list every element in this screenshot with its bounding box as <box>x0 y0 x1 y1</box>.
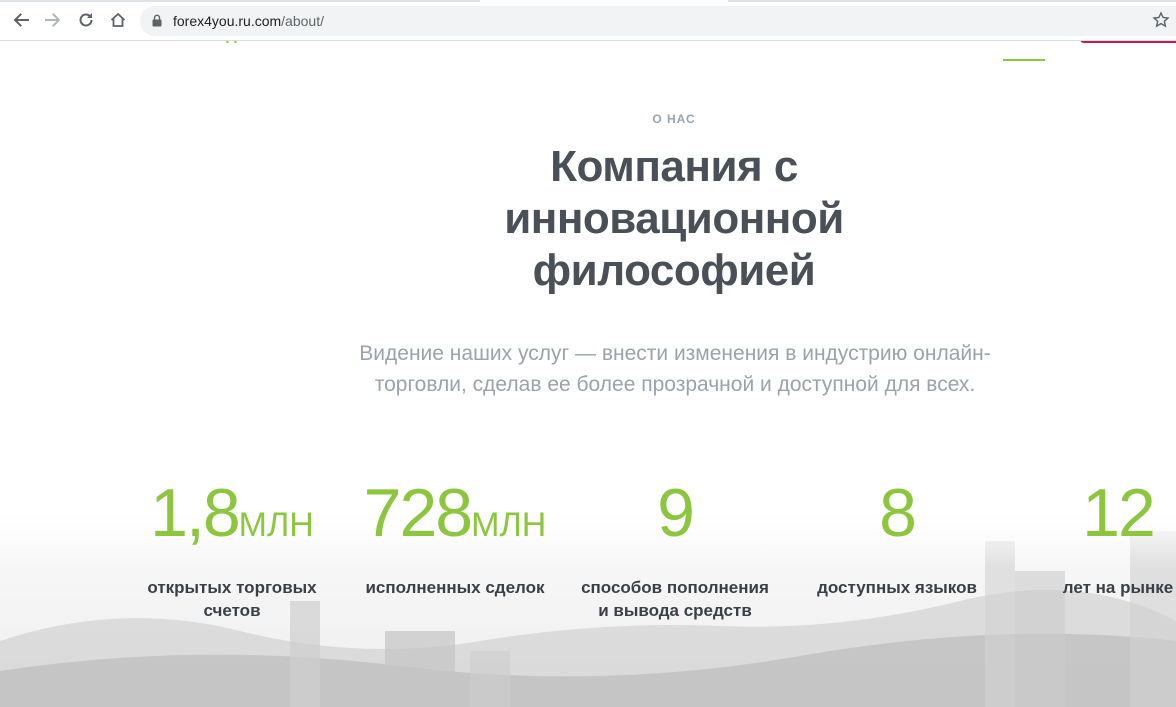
stat-deals: 728МЛН исполненных сделок <box>350 475 560 599</box>
forward-button[interactable] <box>42 9 64 31</box>
mission-statement: Видение наших услуг — внести изменения в… <box>359 342 991 396</box>
back-button[interactable] <box>10 9 32 31</box>
stat-number: 728 <box>363 475 473 551</box>
stat-unit: МЛН <box>238 506 314 544</box>
bookmark-star-icon[interactable] <box>1152 11 1170 29</box>
stat-number: 12 <box>1082 475 1156 551</box>
site-logo-fragment[interactable] <box>222 41 242 43</box>
stat-payment-methods: 9 способов пополнения и вывода средств <box>575 475 775 622</box>
back-arrow-icon <box>13 13 29 27</box>
stat-label: способов пополнения и вывода средств <box>581 578 769 620</box>
page-title: Компания с инновационной философией <box>504 142 844 295</box>
stat-value: 12 <box>1060 475 1176 563</box>
tab-strip-edge <box>0 0 480 2</box>
reload-icon <box>79 13 93 27</box>
section-eyebrow: О НАС <box>652 112 696 126</box>
stat-accounts: 1,8МЛН открытых торговых счетов <box>132 475 332 622</box>
url-path: /about/ <box>281 13 324 29</box>
reload-button[interactable] <box>75 9 97 31</box>
stat-value: 9 <box>575 475 775 563</box>
stat-languages: 8 доступных языков <box>797 475 997 599</box>
stat-value: 8 <box>797 475 997 563</box>
stat-number: 8 <box>879 475 917 551</box>
tab-strip-edge <box>728 0 1176 2</box>
home-button[interactable] <box>107 9 129 31</box>
lock-icon <box>152 14 162 27</box>
forward-arrow-icon <box>45 13 61 27</box>
stat-value: 1,8МЛН <box>132 475 332 563</box>
stat-label: исполненных сделок <box>365 578 545 597</box>
stat-years: 12 лет на рынке <box>1060 475 1176 599</box>
address-bar[interactable]: forex4you.ru.com/about/ <box>140 6 1176 36</box>
browser-toolbar: forex4you.ru.com/about/ <box>0 0 1176 41</box>
stat-label: доступных языков <box>817 578 977 597</box>
stat-number: 1,8 <box>150 475 241 551</box>
home-icon <box>110 12 126 27</box>
stat-number: 9 <box>657 475 695 551</box>
url-domain: forex4you.ru.com <box>173 13 282 29</box>
page-viewport: О НАС Компания с инновационной философие… <box>0 41 1176 707</box>
header-account-button[interactable] <box>1080 41 1176 43</box>
active-menu-underline <box>1003 59 1045 61</box>
stat-unit: МЛН <box>471 506 547 544</box>
stat-value: 728МЛН <box>350 475 560 563</box>
url-text[interactable]: forex4you.ru.com/about/ <box>173 13 324 29</box>
stat-label: лет на рынке <box>1062 578 1174 597</box>
stat-label: открытых торговых счетов <box>147 578 317 620</box>
